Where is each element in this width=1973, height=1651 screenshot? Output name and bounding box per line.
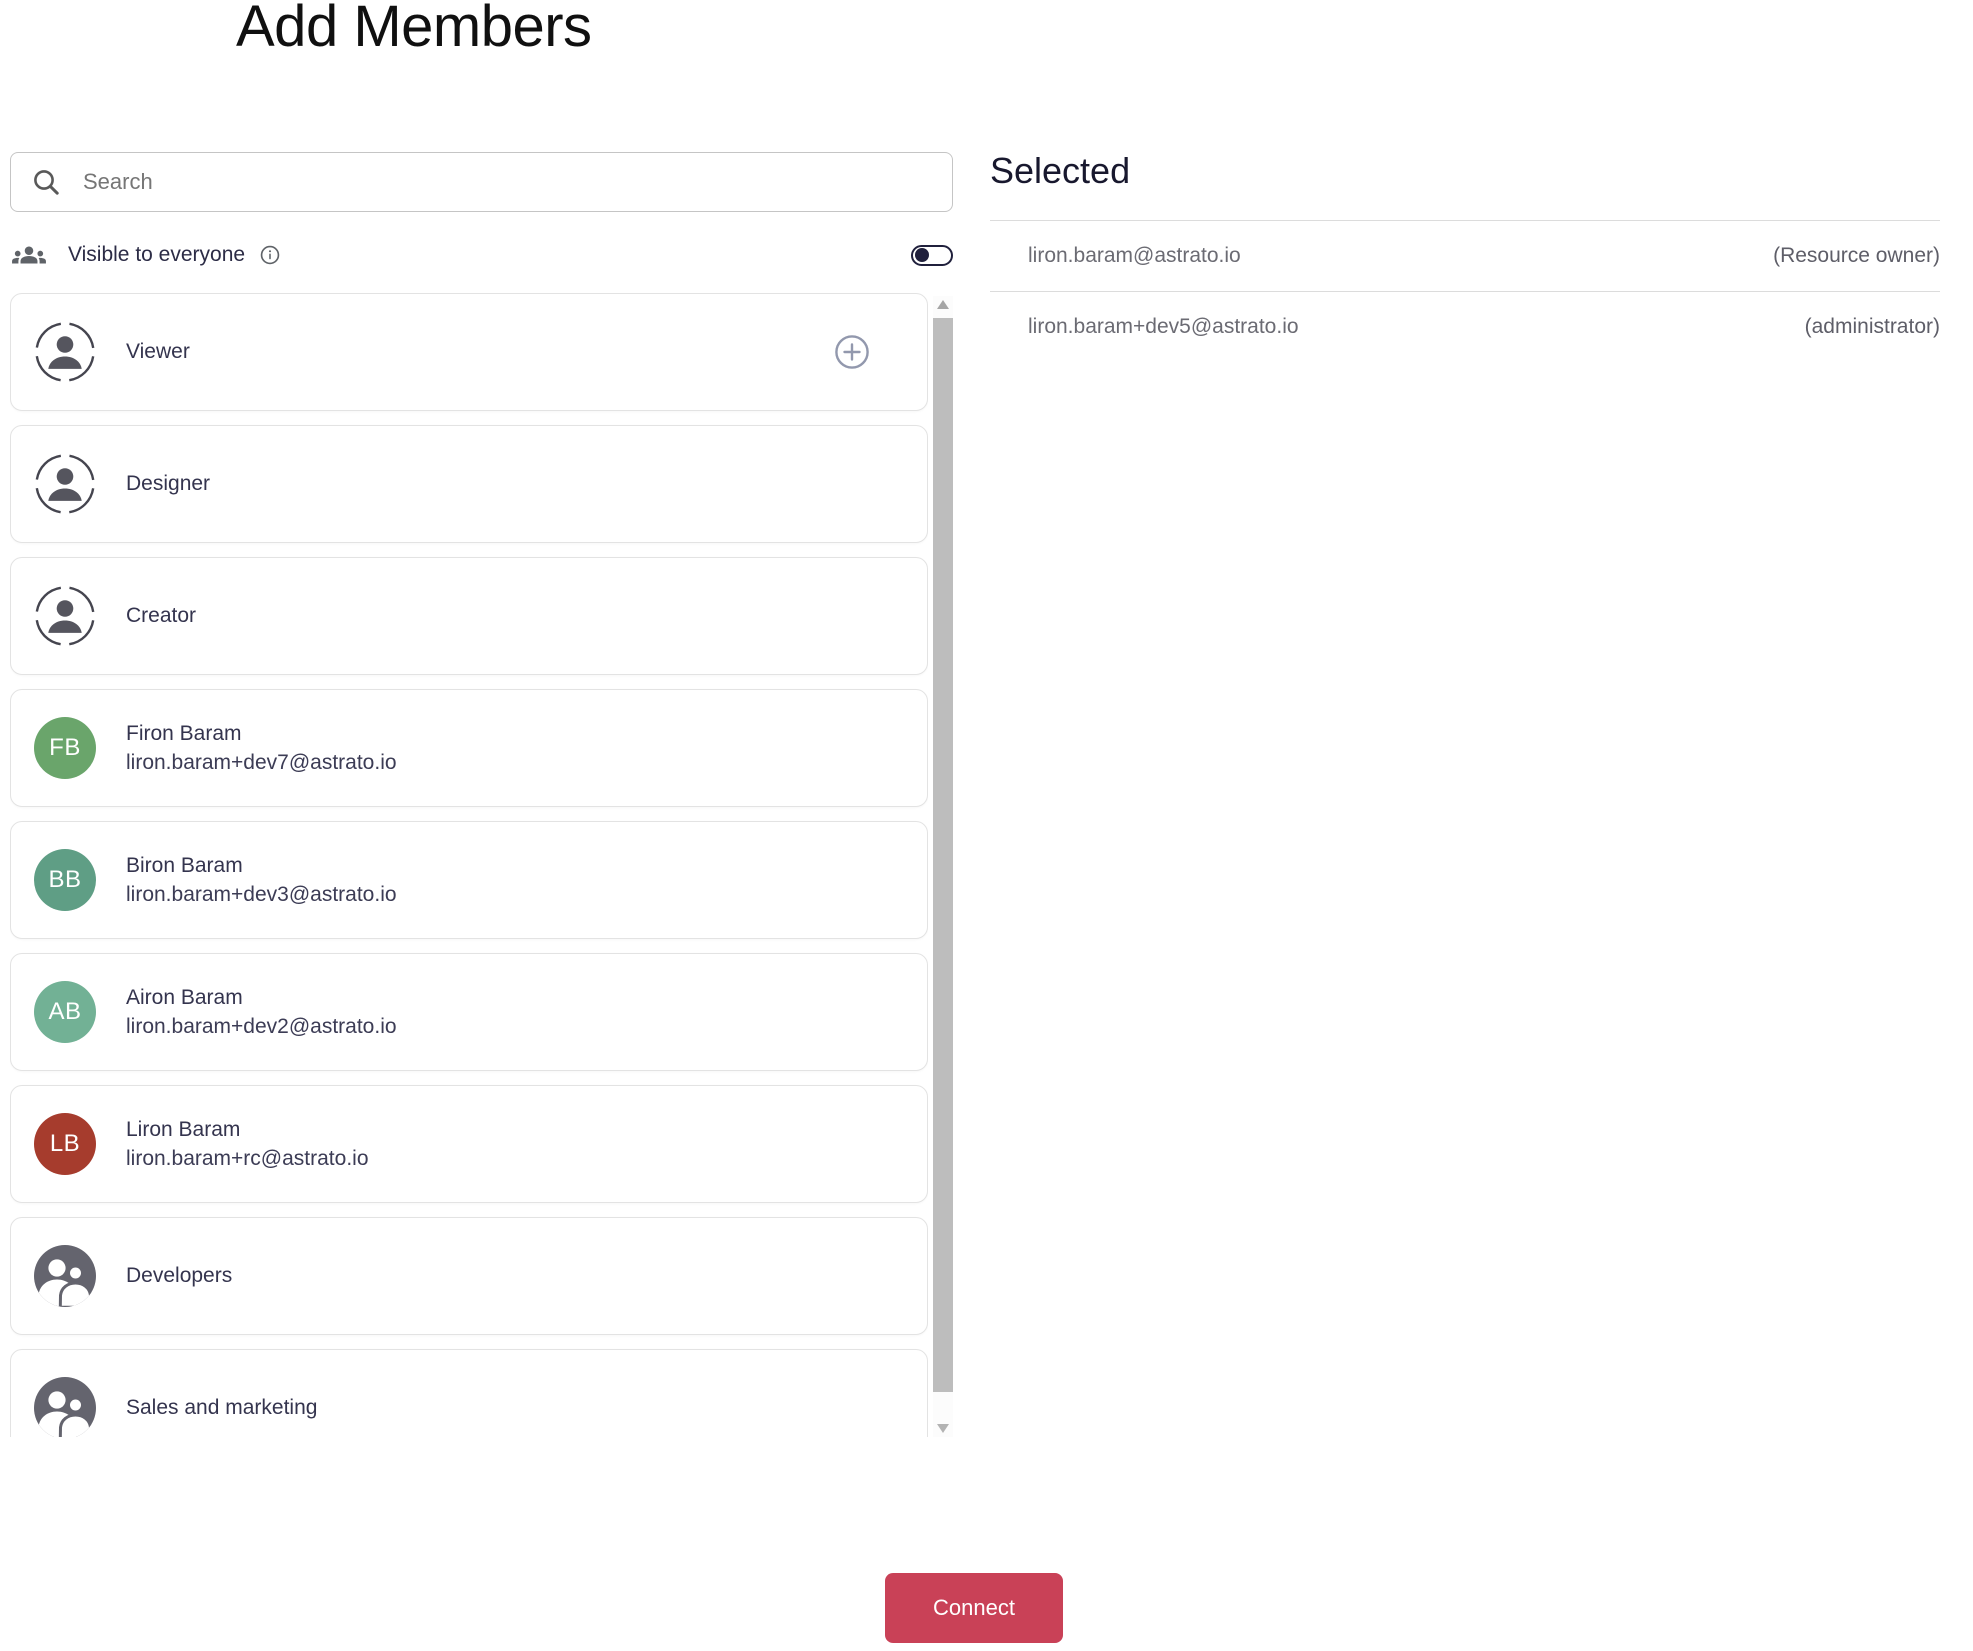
list-item-designer[interactable]: Designer	[10, 425, 928, 543]
selected-role: (administrator)	[1804, 315, 1940, 338]
scrollbar-thumb[interactable]	[933, 318, 953, 1392]
list-item-user[interactable]: LB Liron Baram liron.baram+rc@astrato.io	[10, 1085, 928, 1203]
list-item-user[interactable]: AB Airon Baram liron.baram+dev2@astrato.…	[10, 953, 928, 1071]
user-email: liron.baram+dev2@astrato.io	[126, 1014, 397, 1038]
scroll-up-icon[interactable]	[937, 300, 949, 309]
list-item-viewer[interactable]: Viewer	[10, 293, 928, 411]
list-item-label: Developers	[126, 1264, 233, 1287]
member-list: Viewer Designer Creator FB Firon Baram l…	[10, 293, 928, 1437]
add-icon[interactable]	[833, 333, 871, 371]
scrollbar[interactable]	[933, 296, 953, 1437]
list-item-user[interactable]: FB Firon Baram liron.baram+dev7@astrato.…	[10, 689, 928, 807]
user-email: liron.baram+dev3@astrato.io	[126, 882, 397, 906]
selected-email: liron.baram+dev5@astrato.io	[1028, 315, 1299, 338]
list-item-creator[interactable]: Creator	[10, 557, 928, 675]
list-item-group-developers[interactable]: Developers	[10, 1217, 928, 1335]
user-name: Firon Baram	[126, 721, 242, 745]
list-item-label: Designer	[126, 472, 211, 495]
user-email: liron.baram+rc@astrato.io	[126, 1146, 369, 1170]
avatar: FB	[34, 717, 96, 779]
person-dashed-circle-icon	[34, 585, 96, 647]
visibility-label: Visible to everyone	[68, 243, 246, 266]
selected-row: liron.baram@astrato.io (Resource owner)	[990, 220, 1940, 291]
selected-heading: Selected	[990, 150, 1131, 191]
person-dashed-circle-icon	[34, 321, 96, 383]
selected-panel: Selected liron.baram@astrato.io (Resourc…	[990, 150, 1940, 362]
connect-button[interactable]: Connect	[885, 1573, 1063, 1643]
user-email: liron.baram+dev7@astrato.io	[126, 750, 397, 774]
user-name: Liron Baram	[126, 1117, 241, 1141]
scroll-down-icon[interactable]	[937, 1424, 949, 1433]
page-title: Add Members	[236, 0, 592, 59]
selected-row: liron.baram+dev5@astrato.io (administrat…	[990, 291, 1940, 362]
people-group-circle-icon	[34, 1377, 96, 1437]
search-box[interactable]	[10, 152, 953, 212]
user-name: Biron Baram	[126, 853, 243, 877]
avatar: AB	[34, 981, 96, 1043]
people-group-icon	[12, 243, 46, 267]
list-item-label: Viewer	[126, 340, 190, 363]
avatar: BB	[34, 849, 96, 911]
list-item-user[interactable]: BB Biron Baram liron.baram+dev3@astrato.…	[10, 821, 928, 939]
selected-email: liron.baram@astrato.io	[1028, 244, 1241, 267]
search-icon	[31, 167, 61, 197]
list-item-label: Creator	[126, 604, 197, 627]
avatar: LB	[34, 1113, 96, 1175]
selected-role: (Resource owner)	[1773, 244, 1940, 267]
people-group-circle-icon	[34, 1245, 96, 1307]
toggle-knob	[915, 248, 929, 262]
search-input[interactable]	[83, 169, 934, 195]
list-item-label: Sales and marketing	[126, 1396, 318, 1419]
user-name: Airon Baram	[126, 985, 243, 1009]
visibility-row: Visible to everyone	[10, 240, 953, 270]
person-dashed-circle-icon	[34, 453, 96, 515]
info-icon[interactable]	[259, 244, 281, 266]
list-item-group-sales[interactable]: Sales and marketing	[10, 1349, 928, 1437]
visibility-toggle[interactable]	[911, 244, 953, 266]
